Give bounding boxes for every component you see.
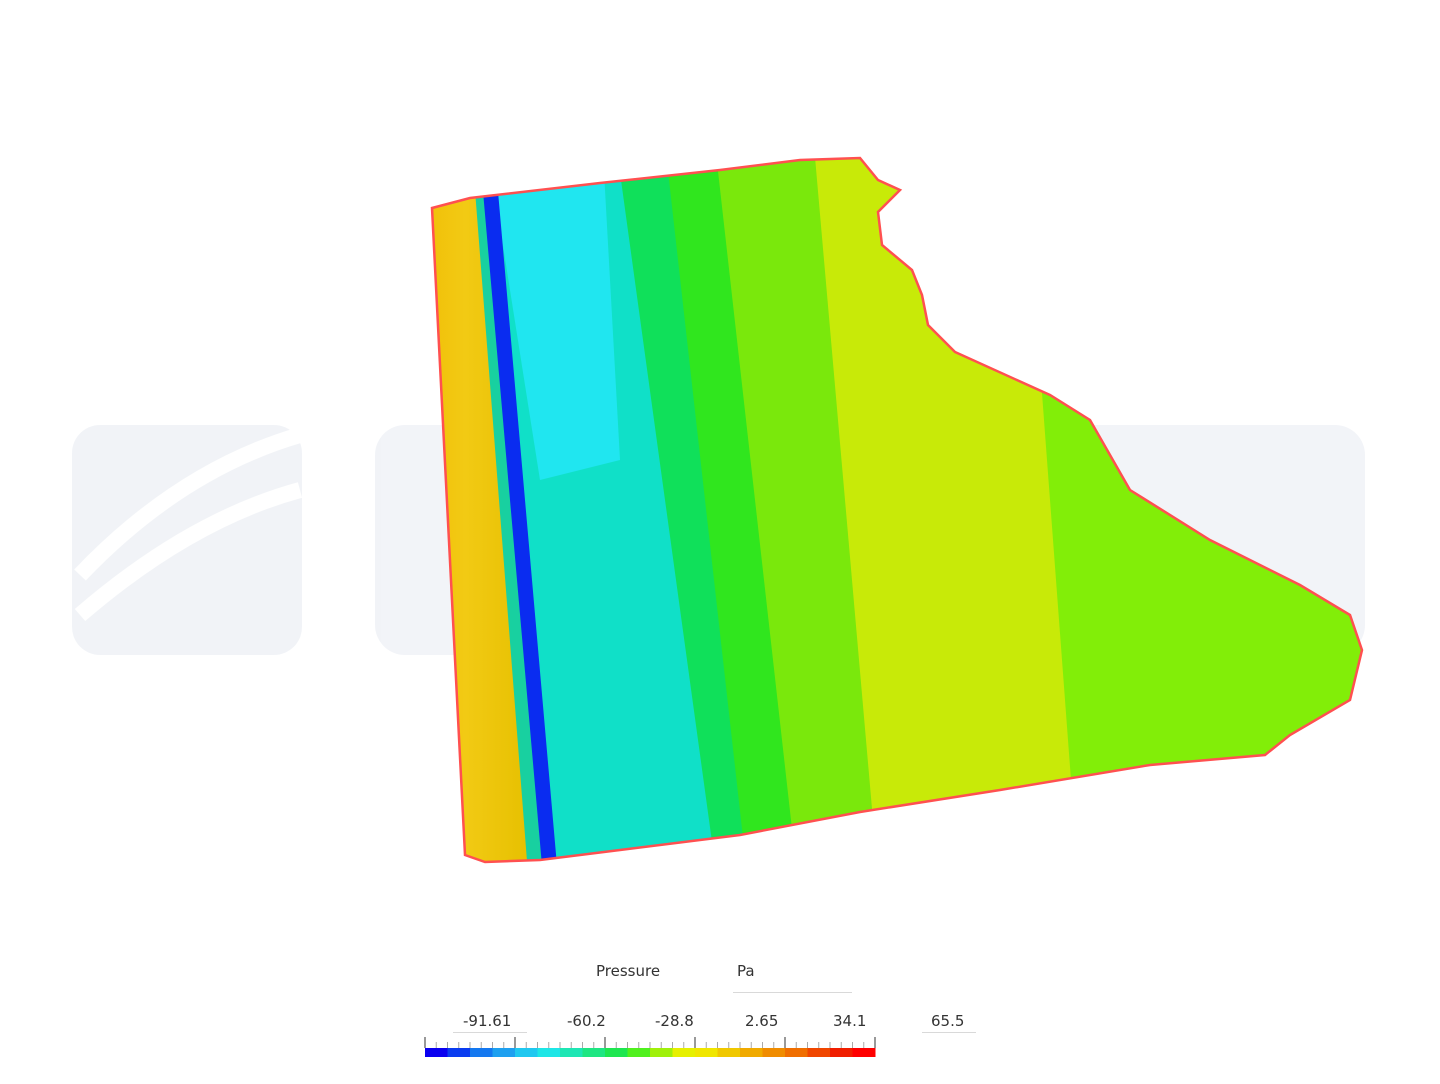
legend-color-swatch bbox=[830, 1048, 853, 1057]
legend-tick-underline bbox=[922, 1032, 976, 1033]
legend-color-swatch bbox=[605, 1048, 628, 1057]
legend-tick-label: 34.1 bbox=[833, 1012, 867, 1030]
legend-color-swatch bbox=[740, 1048, 763, 1057]
legend-color-swatch bbox=[560, 1048, 583, 1057]
legend-title: Pressure bbox=[596, 962, 661, 980]
legend-tick-underline bbox=[453, 1032, 527, 1033]
legend-color-swatch bbox=[582, 1048, 606, 1057]
legend-unit: Pa bbox=[737, 962, 755, 980]
legend-unit-underline bbox=[733, 992, 852, 993]
legend-tick-label: 2.65 bbox=[745, 1012, 779, 1030]
legend-tick-label: -60.2 bbox=[567, 1012, 606, 1030]
legend-color-swatch bbox=[807, 1048, 831, 1057]
legend-tick-label: -91.61 bbox=[463, 1012, 512, 1030]
legend-color-swatch bbox=[785, 1048, 808, 1057]
3d-viewport[interactable]: Pressure Pa -91.61 -60.2 -28.8 2.65 34.1… bbox=[0, 0, 1440, 1080]
legend-color-swatch bbox=[852, 1048, 876, 1057]
legend-color-swatch bbox=[492, 1048, 516, 1057]
legend-colorbar bbox=[424, 1037, 876, 1057]
legend-color-swatch bbox=[717, 1048, 741, 1057]
legend-color-swatch bbox=[425, 1048, 448, 1057]
legend-tick-label: 65.5 bbox=[931, 1012, 965, 1030]
legend-color-swatch bbox=[515, 1048, 538, 1057]
legend-color-swatch bbox=[627, 1048, 651, 1057]
pressure-contour-view[interactable] bbox=[0, 0, 1440, 1080]
legend-color-swatch bbox=[537, 1048, 561, 1057]
legend-color-swatch bbox=[447, 1048, 471, 1057]
legend-color-swatch bbox=[695, 1048, 718, 1057]
legend-tick-label: -28.8 bbox=[655, 1012, 694, 1030]
legend-color-swatch bbox=[762, 1048, 786, 1057]
legend-color-swatch bbox=[650, 1048, 673, 1057]
legend-color-swatch bbox=[672, 1048, 696, 1057]
legend-color-swatch bbox=[470, 1048, 493, 1057]
